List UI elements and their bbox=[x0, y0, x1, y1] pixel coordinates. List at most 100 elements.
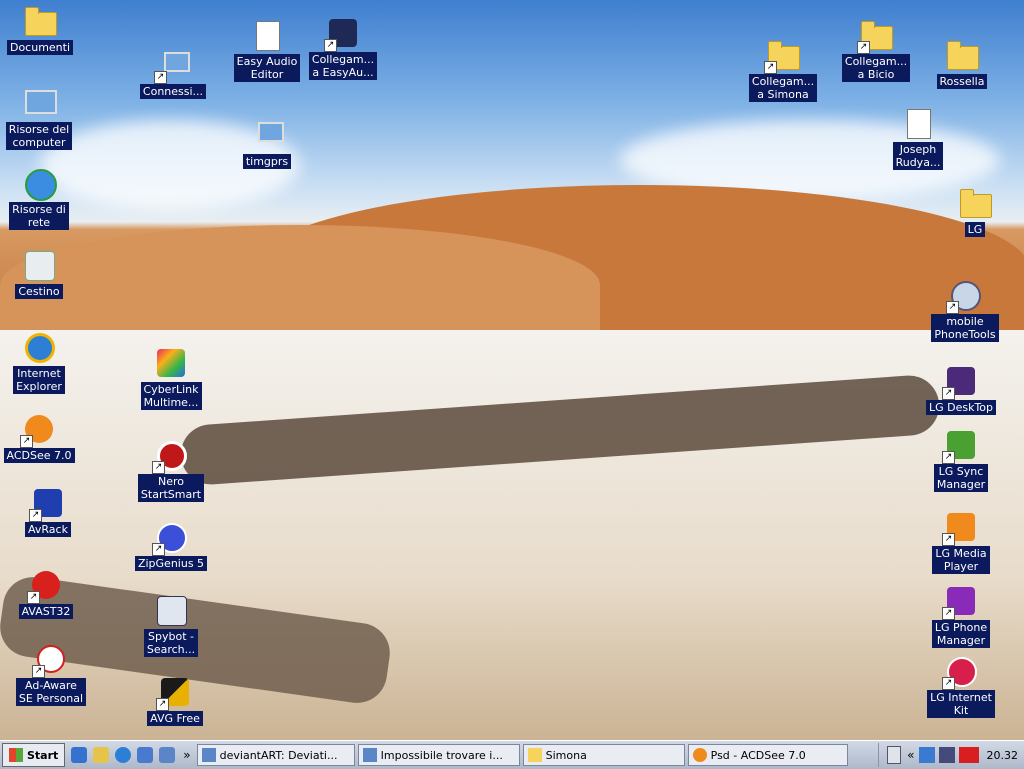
icon-label: Collegam... a Simona bbox=[748, 74, 818, 102]
outlook-icon[interactable] bbox=[159, 747, 176, 763]
desktop-icon-internet-explorer[interactable]: Internet Explorer bbox=[0, 330, 84, 394]
icon-label: Easy Audio Editor bbox=[233, 54, 301, 82]
task-label: Impossibile trovare i... bbox=[380, 748, 503, 762]
icon-label: AvRack bbox=[25, 522, 71, 537]
icon-label: timgprs bbox=[242, 154, 292, 169]
ati-icon[interactable] bbox=[958, 747, 979, 763]
quicklaunch-chevron-icon[interactable]: » bbox=[183, 748, 190, 762]
desktop-icon-cyberlink[interactable]: CyberLink Multime... bbox=[126, 346, 216, 410]
start-button[interactable]: Start bbox=[2, 743, 66, 767]
desktop-icon-lg-sync[interactable]: ↗ LG Sync Manager bbox=[916, 428, 1006, 492]
show-desktop-icon[interactable] bbox=[71, 747, 88, 763]
icon-label: Spybot - Search... bbox=[143, 629, 199, 657]
desktop-icon-lg[interactable]: LG bbox=[930, 186, 1020, 237]
task-label: deviantART: Deviati... bbox=[219, 748, 338, 762]
shortcut-arrow-icon: ↗ bbox=[764, 61, 777, 74]
icon-label: Joseph Rudya... bbox=[892, 142, 944, 170]
shortcut-arrow-icon: ↗ bbox=[27, 591, 40, 604]
network-connection-icon bbox=[164, 52, 190, 72]
icon-label: Connessi... bbox=[139, 84, 207, 99]
icon-label: Documenti bbox=[6, 40, 74, 55]
desktop-icon-joseph[interactable]: Joseph Rudya... bbox=[873, 106, 963, 170]
taskbar-button-deviantart[interactable]: deviantART: Deviati... bbox=[196, 744, 355, 766]
tray-chevron-icon[interactable]: « bbox=[907, 748, 914, 762]
task-label: Psd - ACDSee 7.0 bbox=[710, 748, 806, 762]
icon-label: LG Internet Kit bbox=[927, 690, 995, 718]
desktop-icon-adaware[interactable]: ↗ Ad-Aware SE Personal bbox=[6, 642, 96, 706]
browser-icon bbox=[362, 748, 377, 762]
desktop-icon-collegam-simona[interactable]: ↗ Collegam... a Simona bbox=[738, 38, 828, 102]
folder-icon bbox=[960, 189, 992, 218]
desktop-icon-timgprs[interactable]: timgprs bbox=[222, 118, 312, 169]
media-player-icon[interactable] bbox=[137, 747, 154, 763]
desktop-icon-collegam-easyau[interactable]: ↗ Collegam... a EasyAu... bbox=[298, 16, 388, 80]
icon-label: LG Phone Manager bbox=[931, 620, 991, 648]
browser-icon bbox=[201, 748, 216, 762]
shortcut-arrow-icon: ↗ bbox=[946, 301, 959, 314]
icon-label: LG DeskTop bbox=[925, 400, 997, 415]
icon-label: Nero StartSmart bbox=[137, 474, 205, 502]
desktop-icon-connessi[interactable]: ↗ Connessi... bbox=[128, 48, 218, 99]
computer-icon bbox=[25, 90, 57, 114]
icon-label: Rossella bbox=[936, 74, 988, 89]
shortcut-arrow-icon: ↗ bbox=[942, 533, 955, 546]
icon-label: LG Sync Manager bbox=[933, 464, 989, 492]
internet-explorer-icon[interactable] bbox=[115, 747, 132, 763]
start-label: Start bbox=[27, 748, 59, 762]
taskbar-button-simona[interactable]: Simona bbox=[522, 744, 685, 766]
desktop-icon-lg-desktop[interactable]: ↗ LG DeskTop bbox=[916, 364, 1006, 415]
desktop-icon-lg-media[interactable]: ↗ LG Media Player bbox=[916, 510, 1006, 574]
icon-label: mobile PhoneTools bbox=[931, 314, 999, 342]
shortcut-arrow-icon: ↗ bbox=[942, 387, 955, 400]
shortcut-arrow-icon: ↗ bbox=[20, 435, 33, 448]
shortcut-arrow-icon: ↗ bbox=[152, 461, 165, 474]
icon-label: Risorse del computer bbox=[5, 122, 73, 150]
folder-icon bbox=[947, 41, 979, 70]
desktop-icon-nero[interactable]: ↗ Nero StartSmart bbox=[126, 438, 216, 502]
messenger-icon[interactable] bbox=[938, 747, 955, 763]
taskbar-button-impossibile[interactable]: Impossibile trovare i... bbox=[357, 744, 520, 766]
language-bar-icon[interactable] bbox=[887, 746, 902, 764]
icon-label: CyberLink Multime... bbox=[140, 382, 202, 410]
desktop-icon-rossella[interactable]: Rossella bbox=[917, 38, 1007, 89]
desktop-icon-lg-phone[interactable]: ↗ LG Phone Manager bbox=[916, 584, 1006, 648]
icon-label: ZipGenius 5 bbox=[134, 556, 208, 571]
desktop-icon-collegam-bicio[interactable]: ↗ Collegam... a Bicio bbox=[831, 18, 921, 82]
desktop-icon-risorse-computer[interactable]: Risorse del computer bbox=[0, 86, 84, 150]
network-globe-icon bbox=[25, 169, 57, 201]
desktop-icon-lg-internet[interactable]: ↗ LG Internet Kit bbox=[916, 654, 1006, 718]
shortcut-arrow-icon: ↗ bbox=[152, 543, 165, 556]
desktop-icon-avrack[interactable]: ↗ AvRack bbox=[3, 486, 93, 537]
desktop: Documenti Risorse del computer Risorse d… bbox=[0, 0, 1024, 740]
shortcut-arrow-icon: ↗ bbox=[32, 665, 45, 678]
desktop-icon-cestino[interactable]: Cestino bbox=[0, 248, 84, 299]
wallpaper-dune bbox=[0, 225, 600, 345]
clock[interactable]: 20.32 bbox=[987, 749, 1019, 762]
shortcut-arrow-icon: ↗ bbox=[942, 607, 955, 620]
icon-label: Collegam... a EasyAu... bbox=[308, 52, 378, 80]
shortcut-arrow-icon: ↗ bbox=[942, 677, 955, 690]
desktop-icon-mobile-phonetools[interactable]: ↗ mobile PhoneTools bbox=[920, 278, 1010, 342]
icon-label: ACDSee 7.0 bbox=[3, 448, 75, 463]
icon-label: AVG Free bbox=[147, 711, 203, 726]
desktop-icon-zipgenius[interactable]: ↗ ZipGenius 5 bbox=[126, 520, 216, 571]
task-label: Simona bbox=[545, 748, 587, 762]
document-icon bbox=[256, 21, 280, 51]
acdsee-icon bbox=[692, 748, 707, 762]
explorer-icon[interactable] bbox=[93, 747, 110, 763]
taskbar-button-acdsee[interactable]: Psd - ACDSee 7.0 bbox=[687, 744, 848, 766]
folder-icon bbox=[25, 7, 57, 36]
desktop-icon-documenti[interactable]: Documenti bbox=[0, 4, 85, 55]
icon-label: Internet Explorer bbox=[13, 366, 65, 394]
desktop-icon-risorse-rete[interactable]: Risorse di rete bbox=[0, 166, 84, 230]
shortcut-arrow-icon: ↗ bbox=[154, 71, 167, 84]
desktop-icon-avast[interactable]: ↗ AVAST32 bbox=[1, 568, 91, 619]
network-icon[interactable] bbox=[918, 747, 935, 763]
icon-label: LG Media Player bbox=[932, 546, 990, 574]
desktop-icon-spybot[interactable]: Spybot - Search... bbox=[126, 593, 216, 657]
desktop-icon-avg[interactable]: ↗ AVG Free bbox=[130, 675, 220, 726]
desktop-icon-acdsee[interactable]: ↗ ACDSee 7.0 bbox=[0, 412, 84, 463]
taskbar: Start » deviantART: Deviati... Impossibi… bbox=[0, 740, 1024, 769]
shortcut-arrow-icon: ↗ bbox=[942, 451, 955, 464]
shortcut-arrow-icon: ↗ bbox=[156, 698, 169, 711]
